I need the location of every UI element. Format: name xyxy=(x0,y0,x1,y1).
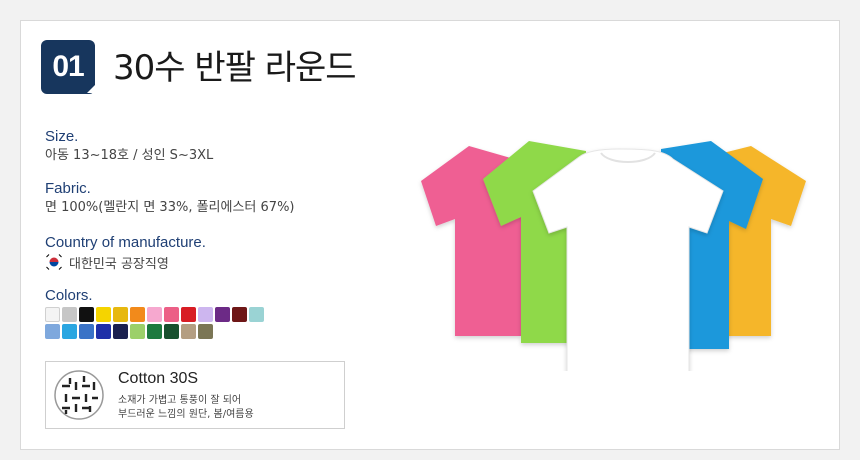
color-swatch[interactable] xyxy=(147,307,162,322)
size-label: Size. xyxy=(45,128,79,145)
fabric-value: 면 100%(멜란지 면 33%, 폴리에스터 67%) xyxy=(45,200,295,215)
badge-fold-corner xyxy=(87,85,95,93)
color-swatch[interactable] xyxy=(113,307,128,322)
color-swatch[interactable] xyxy=(79,324,94,339)
color-swatch[interactable] xyxy=(249,307,264,322)
color-swatch[interactable] xyxy=(130,307,145,322)
color-swatch[interactable] xyxy=(147,324,162,339)
fabric-label: Fabric. xyxy=(45,180,91,197)
product-title: 30수 반팔 라운드 xyxy=(113,48,357,88)
fabric-desc-line-1: 소재가 가볍고 통풍이 잘 되어 xyxy=(118,395,242,406)
swatch-row-1 xyxy=(45,307,285,322)
color-swatch[interactable] xyxy=(130,324,145,339)
color-swatch[interactable] xyxy=(96,324,111,339)
color-swatch[interactable] xyxy=(232,307,247,322)
country-label: Country of manufacture. xyxy=(45,234,206,251)
fabric-desc-line-2: 부드러운 느낌의 원단, 봄/여름용 xyxy=(118,409,254,420)
fabric-info-box: Cotton 30S 소재가 가볍고 통풍이 잘 되어 부드러운 느낌의 원단,… xyxy=(45,361,345,429)
color-swatch[interactable] xyxy=(113,324,128,339)
color-swatch[interactable] xyxy=(62,324,77,339)
color-swatch[interactable] xyxy=(198,324,213,339)
color-swatch[interactable] xyxy=(62,307,77,322)
color-swatch[interactable] xyxy=(79,307,94,322)
color-swatch[interactable] xyxy=(181,324,196,339)
fabric-weave-icon xyxy=(54,370,104,420)
colors-label: Colors. xyxy=(45,287,93,304)
color-swatch[interactable] xyxy=(164,324,179,339)
color-swatch[interactable] xyxy=(181,307,196,322)
korea-flag-icon xyxy=(45,253,63,271)
color-swatch[interactable] xyxy=(45,307,60,322)
color-swatches xyxy=(45,307,285,341)
color-swatch[interactable] xyxy=(215,307,230,322)
product-card: 01 30수 반팔 라운드 Size. 아동 13~18호 / 성인 S~3XL… xyxy=(20,20,840,450)
color-swatch[interactable] xyxy=(45,324,60,339)
country-text: 대한민국 공장직영 xyxy=(69,257,169,272)
color-swatch[interactable] xyxy=(198,307,213,322)
fabric-description: 소재가 가볍고 통풍이 잘 되어 부드러운 느낌의 원단, 봄/여름용 xyxy=(118,394,254,422)
fabric-title: Cotton 30S xyxy=(118,370,199,387)
color-swatch[interactable] xyxy=(96,307,111,322)
tshirt-product-image xyxy=(421,141,806,371)
size-value: 아동 13~18호 / 성인 S~3XL xyxy=(45,148,214,163)
swatch-row-2 xyxy=(45,324,285,339)
country-value: 대한민국 공장직영 xyxy=(45,253,169,274)
color-swatch[interactable] xyxy=(164,307,179,322)
